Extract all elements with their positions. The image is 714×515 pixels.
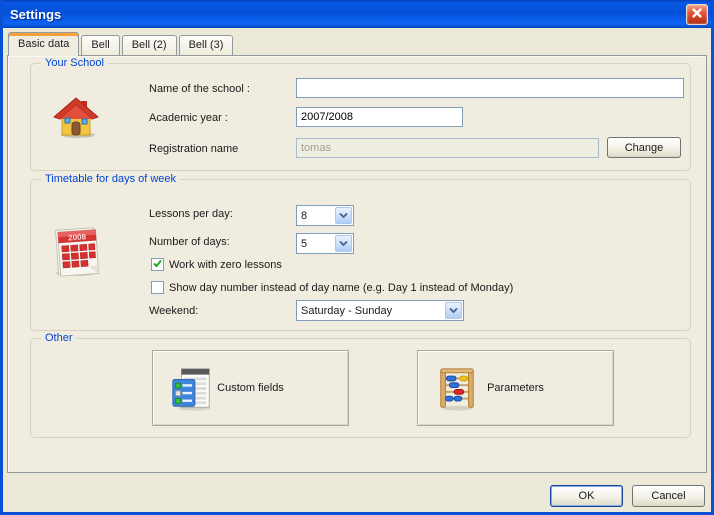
chevron-down-icon: [335, 235, 352, 252]
titlebar[interactable]: Settings: [0, 0, 714, 28]
lessons-per-day-label: Lessons per day:: [149, 208, 233, 220]
tab-basic-data[interactable]: Basic data: [8, 32, 79, 56]
work-zero-lessons-label: Work with zero lessons: [169, 259, 282, 271]
weekend-label: Weekend:: [149, 305, 198, 317]
lessons-per-day-select[interactable]: 8: [296, 205, 354, 226]
group-timetable: Timetable for days of week 2008: [30, 179, 691, 331]
school-name-label: Name of the school :: [149, 83, 250, 95]
school-name-input[interactable]: [296, 78, 684, 98]
settings-dialog: Settings Basic data Bell Bell (2) Bell (…: [0, 0, 714, 515]
group-other-title: Other: [41, 332, 77, 344]
tab-strip: Basic data Bell Bell (2) Bell (3): [8, 32, 235, 55]
close-button[interactable]: [686, 4, 708, 25]
number-of-days-select[interactable]: 5: [296, 233, 354, 254]
group-your-school: Your School Name of the school : Academi…: [30, 63, 691, 171]
number-of-days-label: Number of days:: [149, 236, 230, 248]
basic-data-panel: Your School Name of the school : Academi…: [7, 55, 707, 473]
documents-list-icon: [169, 366, 215, 415]
checkmark-icon: [152, 258, 163, 272]
tab-bell[interactable]: Bell: [81, 35, 119, 55]
custom-fields-button[interactable]: Custom fields: [152, 350, 349, 426]
parameters-button[interactable]: Parameters: [417, 350, 614, 426]
group-other: Other: [30, 338, 691, 438]
work-zero-lessons-row: Work with zero lessons: [151, 258, 282, 271]
tab-bell-3[interactable]: Bell (3): [179, 35, 234, 55]
chevron-down-icon: [445, 302, 462, 319]
academic-year-input[interactable]: [296, 107, 463, 127]
chevron-down-icon: [335, 207, 352, 224]
work-zero-lessons-checkbox[interactable]: [151, 258, 164, 271]
show-day-number-label: Show day number instead of day name (e.g…: [169, 282, 513, 294]
house-icon: [52, 93, 100, 144]
group-your-school-title: Your School: [41, 57, 108, 69]
registration-name-input: [296, 138, 599, 158]
show-day-number-checkbox[interactable]: [151, 281, 164, 294]
registration-name-label: Registration name: [149, 143, 238, 155]
svg-text:2008: 2008: [68, 232, 87, 242]
ok-button[interactable]: OK: [550, 485, 623, 507]
show-day-number-row: Show day number instead of day name (e.g…: [151, 281, 513, 294]
group-timetable-title: Timetable for days of week: [41, 173, 180, 185]
tab-bell-2[interactable]: Bell (2): [122, 35, 177, 55]
window-title: Settings: [10, 7, 686, 22]
change-button[interactable]: Change: [607, 137, 681, 158]
custom-fields-label: Custom fields: [217, 382, 284, 394]
parameters-label: Parameters: [487, 382, 544, 394]
close-icon: [691, 7, 703, 22]
academic-year-label: Academic year :: [149, 112, 228, 124]
calendar-icon: 2008: [49, 220, 103, 281]
cancel-button[interactable]: Cancel: [632, 485, 705, 507]
abacus-icon: [434, 366, 480, 415]
weekend-select[interactable]: Saturday - Sunday: [296, 300, 464, 321]
